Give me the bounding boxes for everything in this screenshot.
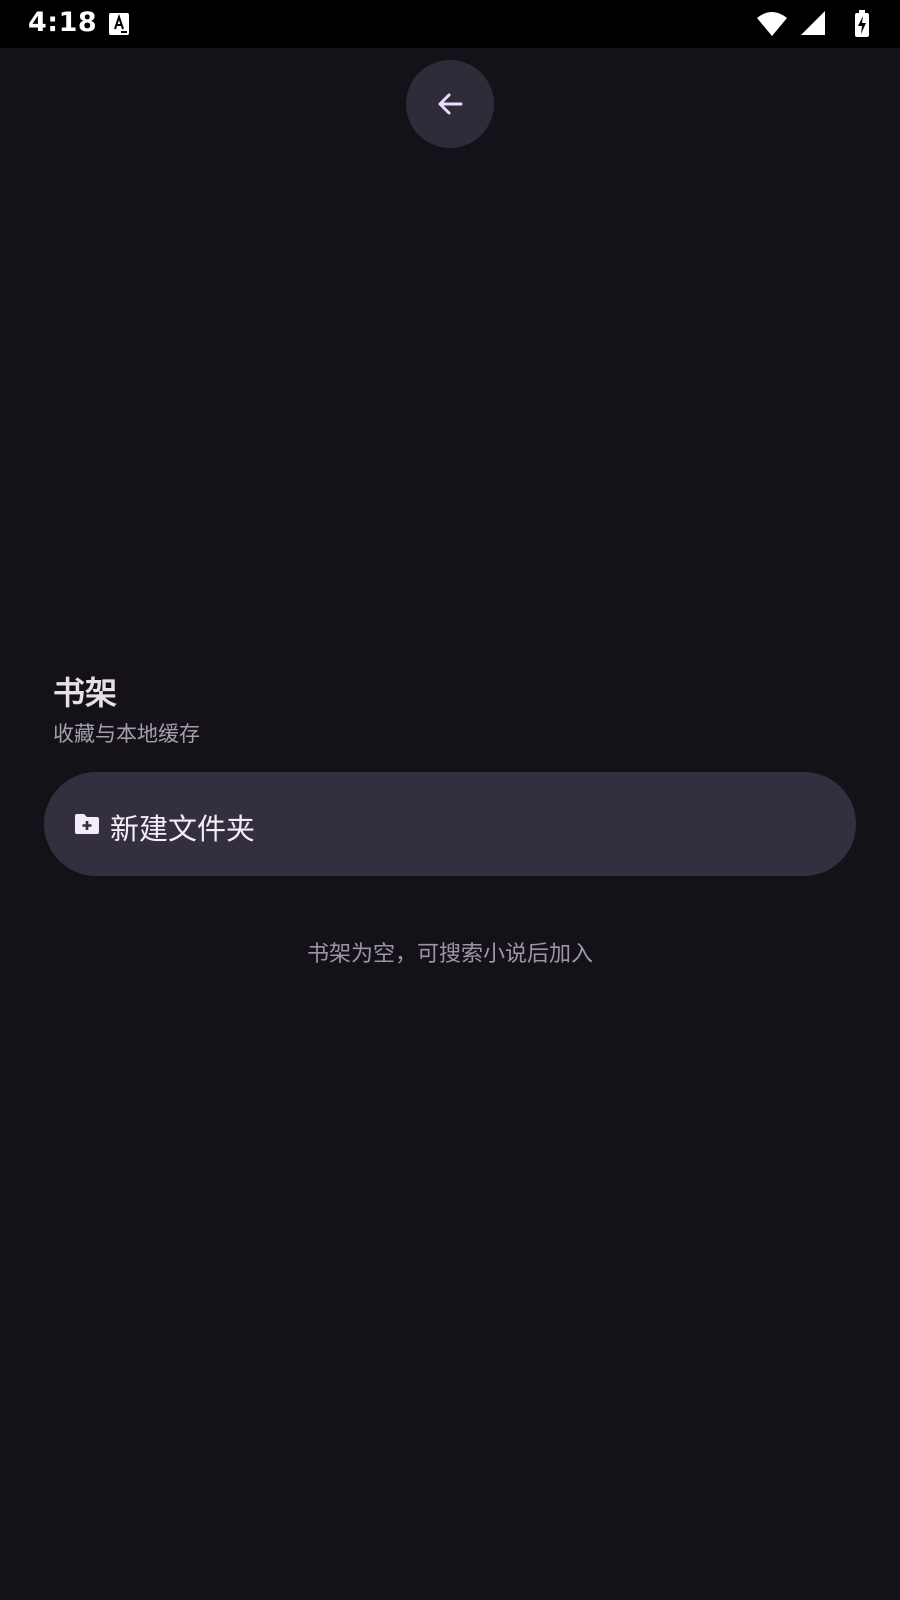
wifi-icon (757, 12, 787, 36)
folder-plus-icon (74, 811, 100, 837)
new-folder-label: 新建文件夹 (110, 812, 256, 846)
page-subtitle: 收藏与本地缓存 (53, 722, 200, 746)
empty-state-message: 书架为空，可搜索小说后加入 (306, 942, 593, 967)
status-time: 4:18 (28, 7, 98, 38)
cell-signal-icon (801, 11, 825, 35)
page-title: 书架 (53, 674, 118, 712)
arrow-left-icon (438, 93, 463, 115)
back-button[interactable] (406, 60, 494, 148)
status-bar: 4:18 (0, 0, 900, 48)
battery-charging-icon (855, 10, 869, 37)
new-folder-button[interactable]: 新建文件夹 (44, 772, 856, 876)
a-letter-notification-icon (108, 12, 130, 36)
